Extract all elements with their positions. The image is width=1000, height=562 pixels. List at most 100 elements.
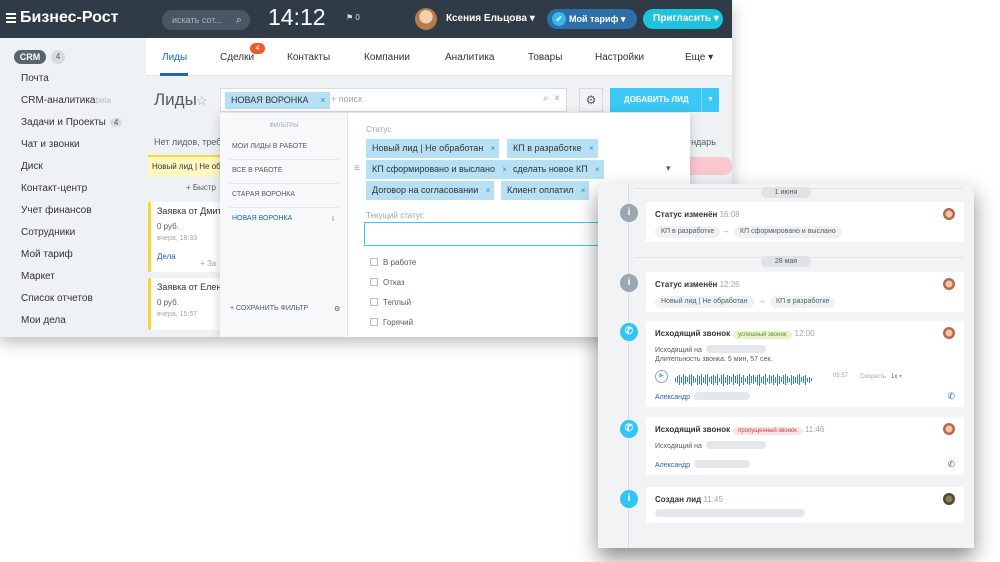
sidebar-item-crm-analytics[interactable]: CRM-аналитикаbeta (21, 95, 111, 106)
sidebar-item-market[interactable]: Маркет (21, 271, 55, 282)
invite-button[interactable]: Пригласить ▾ (643, 9, 723, 29)
close-icon[interactable]: × (581, 181, 586, 200)
person-name[interactable]: Александр (655, 462, 690, 469)
current-status-label: Текущий статус (366, 211, 424, 220)
call-success-badge: успешный звонок (733, 331, 792, 339)
sidebar-item-finance[interactable]: Учет финансов (21, 205, 92, 216)
option-warm[interactable]: Теплый (370, 298, 411, 307)
tab-more[interactable]: Еще ▾ (685, 52, 713, 63)
avatar[interactable] (943, 208, 955, 220)
close-icon[interactable]: × (491, 139, 496, 158)
phone-call-icon[interactable]: ✆ (947, 459, 955, 470)
search-input[interactable]: искать сот... ⌕ (162, 10, 250, 30)
preset-old-funnel[interactable]: СТАРАЯ ВОРОНКА (232, 191, 340, 198)
status-tag[interactable]: КП сформировано и выслано × (366, 160, 512, 179)
close-icon[interactable]: × (320, 92, 325, 109)
play-icon[interactable]: ▶ (655, 370, 668, 383)
filter-chip[interactable]: НОВАЯ ВОРОНКА × (225, 92, 331, 109)
responsible-person[interactable]: Александр (655, 460, 751, 469)
responsible-person[interactable]: Александр (655, 392, 751, 401)
status-tag[interactable]: сделать новое КП × (507, 160, 604, 179)
close-icon[interactable]: × (595, 160, 600, 179)
company-logo[interactable]: Бизнес-Рост (20, 9, 118, 27)
status-tag[interactable]: КП в разработке × (507, 139, 598, 158)
playback-speed[interactable]: Скорость 1x ▾ (860, 373, 902, 380)
quick-add-activity[interactable]: + За (200, 259, 216, 268)
settings-gear-button[interactable]: ⚙ (579, 88, 603, 112)
drag-handle-icon[interactable]: ≡ (354, 163, 360, 174)
sidebar-item-reports[interactable]: Список отчетов (21, 293, 93, 304)
person-name[interactable]: Александр (655, 394, 690, 401)
save-filter-button[interactable]: + СОХРАНИТЬ ФИЛЬТР ⚙ (230, 305, 340, 313)
kanban-stage-header[interactable]: Новый лид | Не обр (148, 155, 222, 177)
sidebar-item-tariff[interactable]: Мой тариф (21, 249, 73, 260)
status-tag[interactable]: Новый лид | Не обработан × (366, 139, 500, 158)
audio-waveform[interactable] (675, 371, 813, 389)
sidebar-item-chat[interactable]: Чат и звонки (21, 139, 80, 150)
tab-settings[interactable]: Настройки (595, 52, 644, 63)
lead-card-title[interactable]: Заявка от Елена (157, 282, 222, 292)
lead-card-title[interactable]: Заявка от Дмитр (157, 206, 222, 216)
option-hot[interactable]: Горячий (370, 318, 413, 327)
sidebar-item-crm[interactable]: CRM (14, 50, 46, 64)
option-in-work[interactable]: В работе (370, 258, 416, 267)
current-status-input[interactable] (364, 222, 604, 246)
preset-new-funnel[interactable]: НОВАЯ ВОРОНКА ⇓ (232, 215, 340, 223)
quick-add-button[interactable]: + Быстр (186, 183, 216, 192)
search-input[interactable]: + поиск (331, 94, 362, 104)
checkbox[interactable] (370, 298, 378, 306)
status-tag[interactable]: Договор на согласовании × (366, 181, 495, 200)
checkbox[interactable] (370, 318, 378, 326)
tariff-button[interactable]: ➶ Мой тариф ▾ (547, 9, 637, 29)
star-icon[interactable]: ☆ (196, 93, 208, 109)
hidden-phone-number (705, 345, 766, 353)
chevron-down-icon[interactable]: ▾ (701, 88, 719, 112)
tab-analytics[interactable]: Аналитика (445, 52, 495, 63)
sidebar-item-my-tasks[interactable]: Мои дела (21, 315, 66, 326)
tab-contacts[interactable]: Контакты (287, 52, 330, 63)
flag-counter[interactable]: ⚑ 0 (346, 13, 360, 22)
lead-card[interactable]: Заявка от Елена 0 руб. вчера, 15:57 (148, 278, 222, 330)
sidebar-item-employees[interactable]: Сотрудники (21, 227, 75, 238)
tab-deals[interactable]: Сделки (220, 52, 254, 63)
tab-products[interactable]: Товары (528, 52, 562, 63)
option-refusal[interactable]: Отказ (370, 278, 405, 287)
phone-call-icon[interactable]: ✆ (947, 391, 955, 402)
close-icon[interactable]: × (554, 93, 560, 104)
user-avatar[interactable] (415, 8, 437, 30)
status-tag[interactable]: Клиент оплатил × (501, 181, 590, 200)
close-icon[interactable]: × (589, 139, 594, 158)
chevron-down-icon[interactable]: ▾ (666, 163, 671, 174)
sidebar-item-disk[interactable]: Диск (21, 161, 43, 172)
hidden-lead-name-bar (655, 509, 805, 517)
preset-my-leads[interactable]: МОИ ЛИДЫ В РАБОТЕ (232, 143, 340, 150)
sidebar-item-label: Учет финансов (21, 205, 92, 216)
calendar-link[interactable]: ндарь (691, 137, 716, 147)
sidebar-item-tasks[interactable]: Задачи и Проекты 4 (21, 117, 123, 128)
sidebar-item-mail[interactable]: Почта (21, 73, 49, 84)
event-title: Статус изменён 12:26 (655, 280, 740, 289)
close-icon[interactable]: × (486, 181, 491, 200)
tab-leads[interactable]: Лиды (162, 52, 187, 63)
preset-all-in-work[interactable]: ВСЕ В РАБОТЕ (232, 167, 340, 174)
avatar[interactable] (943, 327, 955, 339)
menu-icon[interactable] (6, 13, 16, 23)
add-lead-button[interactable]: ДОБАВИТЬ ЛИД ▾ (610, 88, 719, 112)
checkbox[interactable] (370, 258, 378, 266)
avatar[interactable] (943, 423, 955, 435)
avatar[interactable] (943, 278, 955, 290)
clock[interactable]: 14:12 (268, 4, 326, 31)
user-name[interactable]: Ксения Ельцова ▾ (446, 13, 535, 24)
speed-value[interactable]: 1x (891, 374, 897, 380)
sidebar-item-contact-center[interactable]: Контакт-центр (21, 183, 87, 194)
gear-icon[interactable]: ⚙ (334, 305, 340, 313)
checkbox[interactable] (370, 278, 378, 286)
status-from-pill: Новый лид | Не обработан (655, 296, 754, 308)
filter-presets-header: ФИЛЬТРЫ (269, 123, 299, 129)
tab-companies[interactable]: Компании (364, 52, 410, 63)
search-icon[interactable]: ⌕ (236, 10, 242, 30)
filter-search-box[interactable]: НОВАЯ ВОРОНКА × + поиск ⌕ × (220, 88, 567, 112)
pin-icon[interactable]: ⇓ (330, 215, 336, 223)
search-icon[interactable]: ⌕ (543, 93, 549, 104)
avatar[interactable] (943, 493, 955, 505)
